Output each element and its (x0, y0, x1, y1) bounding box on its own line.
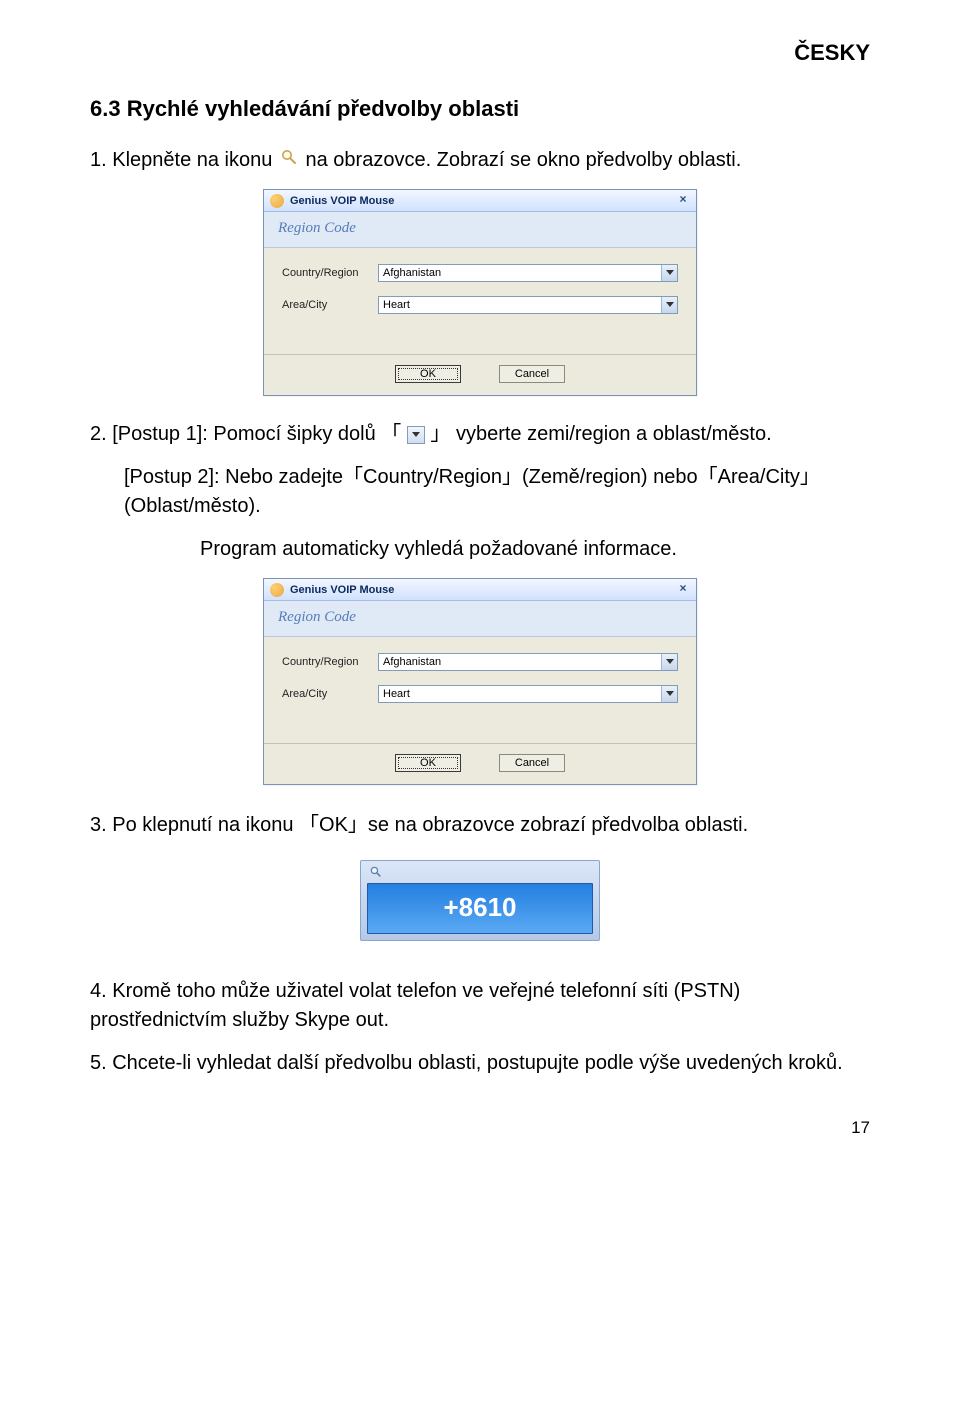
instruction-2: 2. [Postup 1]: Pomocí šipky dolů 「 」 vyb… (90, 420, 870, 449)
chevron-down-icon[interactable] (661, 265, 677, 281)
region-code-dialog: Genius VOIP Mouse × Region Code Country/… (263, 578, 697, 785)
instruction-1: 1. Klepněte na ikonu na obrazovce. Zobra… (90, 146, 870, 175)
cancel-button[interactable]: Cancel (499, 754, 565, 772)
area-city-row: Area/City (282, 296, 678, 314)
phone-box: +8610 (360, 860, 600, 941)
country-region-label: Country/Region (282, 267, 378, 279)
country-region-row: Country/Region (282, 653, 678, 671)
section-title: 6.3 Rychlé vyhledávání předvolby oblasti (90, 96, 870, 122)
magnifier-icon[interactable] (369, 862, 383, 885)
cancel-button[interactable]: Cancel (499, 365, 565, 383)
phone-display-widget: +8610 (90, 860, 870, 941)
area-city-label: Area/City (282, 299, 378, 311)
country-region-combo[interactable] (378, 264, 678, 282)
dialog-body: Country/Region Area/City (264, 248, 696, 354)
text: na obrazovce. Zobrazí se okno předvolby … (305, 149, 741, 171)
area-city-input[interactable] (379, 297, 661, 313)
dialog-title: Genius VOIP Mouse (290, 195, 394, 207)
area-city-label: Area/City (282, 688, 378, 700)
country-region-label: Country/Region (282, 656, 378, 668)
instruction-5: 5. Chcete-li vyhledat další předvolbu ob… (90, 1049, 870, 1078)
chevron-down-icon[interactable] (661, 297, 677, 313)
dialog-body: Country/Region Area/City (264, 637, 696, 743)
dialog-footer: OK Cancel (264, 743, 696, 784)
text: 1. Klepněte na ikonu (90, 149, 278, 171)
country-region-row: Country/Region (282, 264, 678, 282)
quote-open: 「 (381, 423, 401, 445)
area-city-combo[interactable] (378, 685, 678, 703)
dialog-subtitle: Region Code (264, 212, 696, 248)
dialog-title: Genius VOIP Mouse (290, 584, 394, 596)
dropdown-chip-icon (407, 426, 425, 444)
area-city-input[interactable] (379, 686, 661, 702)
country-region-input[interactable] (379, 654, 661, 670)
country-region-input[interactable] (379, 265, 661, 281)
text: 2. [Postup 1]: Pomocí šipky dolů (90, 423, 381, 445)
text: vyberte zemi/region a oblast/město. (456, 423, 772, 445)
chevron-down-icon[interactable] (661, 686, 677, 702)
dialog-subtitle: Region Code (264, 601, 696, 637)
instruction-3: 3. Po klepnutí na ikonu 「OK」se na obrazo… (90, 811, 870, 840)
country-region-combo[interactable] (378, 653, 678, 671)
area-city-combo[interactable] (378, 296, 678, 314)
close-icon[interactable]: × (676, 583, 690, 596)
quote-close: 」 (430, 423, 450, 445)
region-code-dialog: Genius VOIP Mouse × Region Code Country/… (263, 189, 697, 396)
app-icon (270, 194, 284, 208)
magnifier-icon (280, 149, 304, 171)
ok-button[interactable]: OK (395, 365, 461, 383)
ok-button[interactable]: OK (395, 754, 461, 772)
phone-number-display: +8610 (367, 883, 593, 934)
dialog-footer: OK Cancel (264, 354, 696, 395)
language-header: ČESKY (90, 40, 870, 66)
chevron-down-icon[interactable] (661, 654, 677, 670)
app-icon (270, 583, 284, 597)
instruction-4: 4. Kromě toho může uživatel volat telefo… (90, 977, 870, 1035)
page-number: 17 (90, 1118, 870, 1138)
dialog-titlebar: Genius VOIP Mouse × (264, 190, 696, 212)
area-city-row: Area/City (282, 685, 678, 703)
dialog-titlebar: Genius VOIP Mouse × (264, 579, 696, 601)
close-icon[interactable]: × (676, 194, 690, 207)
phone-toolbar (367, 867, 593, 883)
instruction-2c: Program automaticky vyhledá požadované i… (90, 535, 870, 564)
instruction-2b: [Postup 2]: Nebo zadejte「Country/Region」… (90, 463, 870, 521)
